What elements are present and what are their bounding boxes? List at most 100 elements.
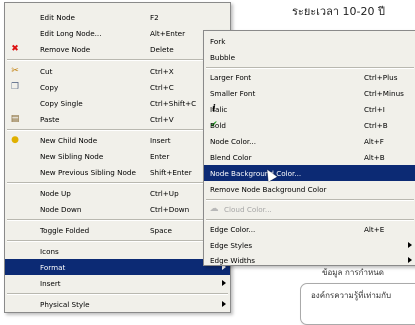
menu-item-label: Bubble — [210, 53, 236, 62]
menu-item-shortcut: Shift+Enter — [150, 168, 192, 177]
menu-item-label: Smaller Font — [210, 89, 256, 98]
menu-item-shortcut: Ctrl+Down — [150, 205, 190, 214]
menu-item-shortcut: Insert — [150, 136, 171, 145]
menu-item-fork[interactable]: Fork — [204, 33, 415, 49]
menu-item-new-previous-sibling-node[interactable]: New Previous Sibling Node Shift+Enter — [5, 164, 230, 180]
menu-item-label: Edge Widths — [210, 256, 255, 265]
menu-item-label: Italic — [210, 105, 228, 114]
menu-item-shortcut: Alt+E — [364, 225, 385, 234]
menu-item-node-color[interactable]: Node Color... Alt+F — [204, 133, 415, 149]
menu-item-label: Fork — [210, 37, 226, 46]
menu-item-shortcut: Alt+Enter — [150, 29, 186, 38]
menu-separator — [7, 219, 228, 221]
menu-item-shortcut: Delete — [150, 45, 174, 54]
menu-item-shortcut: Enter — [150, 152, 170, 161]
menu-item-paste[interactable]: ▤ Paste Ctrl+V — [5, 111, 230, 127]
menu-item-shortcut: F2 — [150, 13, 159, 22]
menu-item-label: Copy — [40, 83, 59, 92]
submenu-arrow-icon — [408, 242, 412, 248]
remove-icon: ✖ — [11, 44, 19, 54]
scissors-icon: ✂ — [11, 66, 19, 76]
menu-item-edit-long-node[interactable]: Edit Long Node... Alt+Enter — [5, 25, 230, 41]
menu-item-label: New Sibling Node — [40, 152, 104, 161]
menu-item-label: Paste — [40, 115, 60, 124]
menu-separator — [7, 182, 228, 184]
menu-item-node-background-color[interactable]: Node Background Color... — [204, 165, 415, 181]
menu-item-copy-single[interactable]: Copy Single Ctrl+Shift+C — [5, 95, 230, 111]
menu-item-label: Cut — [40, 67, 53, 76]
mindmap-node-text: องค์กรความรู้ที่เท่ามกับ — [311, 291, 392, 300]
menu-item-remove-node[interactable]: ✖ Remove Node Delete — [5, 41, 230, 57]
menu-item-shortcut: Alt+B — [364, 153, 385, 162]
menu-item-cut[interactable]: ✂ Cut Ctrl+X — [5, 63, 230, 79]
submenu-arrow-icon — [222, 280, 226, 286]
menu-item-label: Cloud Color... — [224, 205, 272, 214]
submenu-arrow-icon — [408, 257, 412, 263]
menu-item-shortcut: Ctrl+Shift+C — [150, 99, 197, 108]
menu-item-node-down[interactable]: Node Down Ctrl+Down — [5, 201, 230, 217]
menu-item-new-sibling-node[interactable]: New Sibling Node Enter — [5, 148, 230, 164]
menu-item-label: Remove Node — [40, 45, 91, 54]
menu-item-smaller-font[interactable]: Smaller Font Ctrl+Minus — [204, 85, 415, 101]
menu-item-label: Toggle Folded — [40, 226, 90, 235]
menu-item-node-up[interactable]: Node Up Ctrl+Up — [5, 185, 230, 201]
format-submenu: Fork Bubble Larger Font Ctrl+Plus Smalle… — [203, 30, 415, 266]
menu-item-label: Edit Long Node... — [40, 29, 102, 38]
mindmap-node[interactable]: องค์กรความรู้ที่เท่ามกับ — [300, 283, 415, 325]
menu-item-edit-node[interactable]: Edit Node F2 — [5, 9, 230, 25]
menu-item-edge-widths[interactable]: Edge Widths — [204, 252, 415, 268]
menu-separator — [7, 293, 228, 295]
menu-item-label: Icons — [40, 247, 59, 256]
menu-separator — [7, 129, 228, 131]
menu-item-blend-color[interactable]: Blend Color Alt+B — [204, 149, 415, 165]
menu-item-toggle-folded[interactable]: Toggle Folded Space — [5, 222, 230, 238]
menu-item-label: Copy Single — [40, 99, 83, 108]
menu-item-bold[interactable]: ✔ Bold Ctrl+B — [204, 117, 415, 133]
menu-item-shortcut: Ctrl+I — [364, 105, 385, 114]
menu-item-label: Node Background Color... — [210, 169, 302, 178]
menu-item-label: Larger Font — [210, 73, 252, 82]
node-context-menu: Edit Node F2 Edit Long Node... Alt+Enter… — [4, 2, 231, 313]
menu-item-shortcut: Ctrl+Minus — [364, 89, 404, 98]
menu-item-edge-styles[interactable]: Edge Styles — [204, 237, 415, 253]
menu-item-label: Physical Style — [40, 300, 90, 309]
menu-separator — [7, 240, 228, 242]
lightbulb-icon: ● — [11, 135, 19, 145]
menu-item-shortcut: Ctrl+Up — [150, 189, 179, 198]
paste-icon: ▤ — [10, 114, 20, 124]
menu-item-label: Node Down — [40, 205, 82, 214]
menu-item-bubble[interactable]: Bubble — [204, 49, 415, 65]
menu-item-new-child-node[interactable]: ● New Child Node Insert — [5, 132, 230, 148]
menu-item-remove-node-background-color[interactable]: Remove Node Background Color — [204, 181, 415, 197]
menu-item-label: Insert — [40, 279, 61, 288]
menu-item-shortcut: Ctrl+V — [150, 115, 174, 124]
menu-item-label: Node Up — [40, 189, 71, 198]
menu-item-edge-color[interactable]: Edge Color... Alt+E — [204, 221, 415, 237]
menu-item-icons[interactable]: Icons — [5, 243, 230, 259]
menu-item-label: Bold — [210, 121, 226, 130]
menu-item-cloud-color: ☁ Cloud Color... — [204, 201, 415, 217]
menu-item-label: Blend Color — [210, 153, 252, 162]
document-heading: ระยะเวลา 10-20 ปี — [292, 5, 385, 18]
menu-item-shortcut: Ctrl+Plus — [364, 73, 398, 82]
menu-item-shortcut: Ctrl+C — [150, 83, 174, 92]
menu-item-shortcut: Alt+F — [364, 137, 384, 146]
menu-item-italic[interactable]: i Italic Ctrl+I — [204, 101, 415, 117]
menu-item-label: New Previous Sibling Node — [40, 168, 136, 177]
menu-item-shortcut: Space — [150, 226, 172, 235]
menu-item-larger-font[interactable]: Larger Font Ctrl+Plus — [204, 69, 415, 85]
menu-item-label: Edge Color... — [210, 225, 256, 234]
copy-icon: ❐ — [10, 82, 20, 92]
menu-item-label: New Child Node — [40, 136, 98, 145]
submenu-arrow-icon — [222, 301, 226, 307]
menu-item-physical-style[interactable]: Physical Style — [5, 296, 230, 312]
menu-item-label: Node Color... — [210, 137, 257, 146]
menu-item-shortcut: Ctrl+B — [364, 121, 388, 130]
menu-item-format[interactable]: Format — [5, 259, 230, 275]
menu-item-copy[interactable]: ❐ Copy Ctrl+C — [5, 79, 230, 95]
menu-separator — [7, 59, 228, 61]
menu-item-insert[interactable]: Insert — [5, 275, 230, 291]
menu-item-label: Edit Node — [40, 13, 75, 22]
menu-item-shortcut: Ctrl+X — [150, 67, 174, 76]
menu-item-label: Format — [40, 263, 66, 272]
